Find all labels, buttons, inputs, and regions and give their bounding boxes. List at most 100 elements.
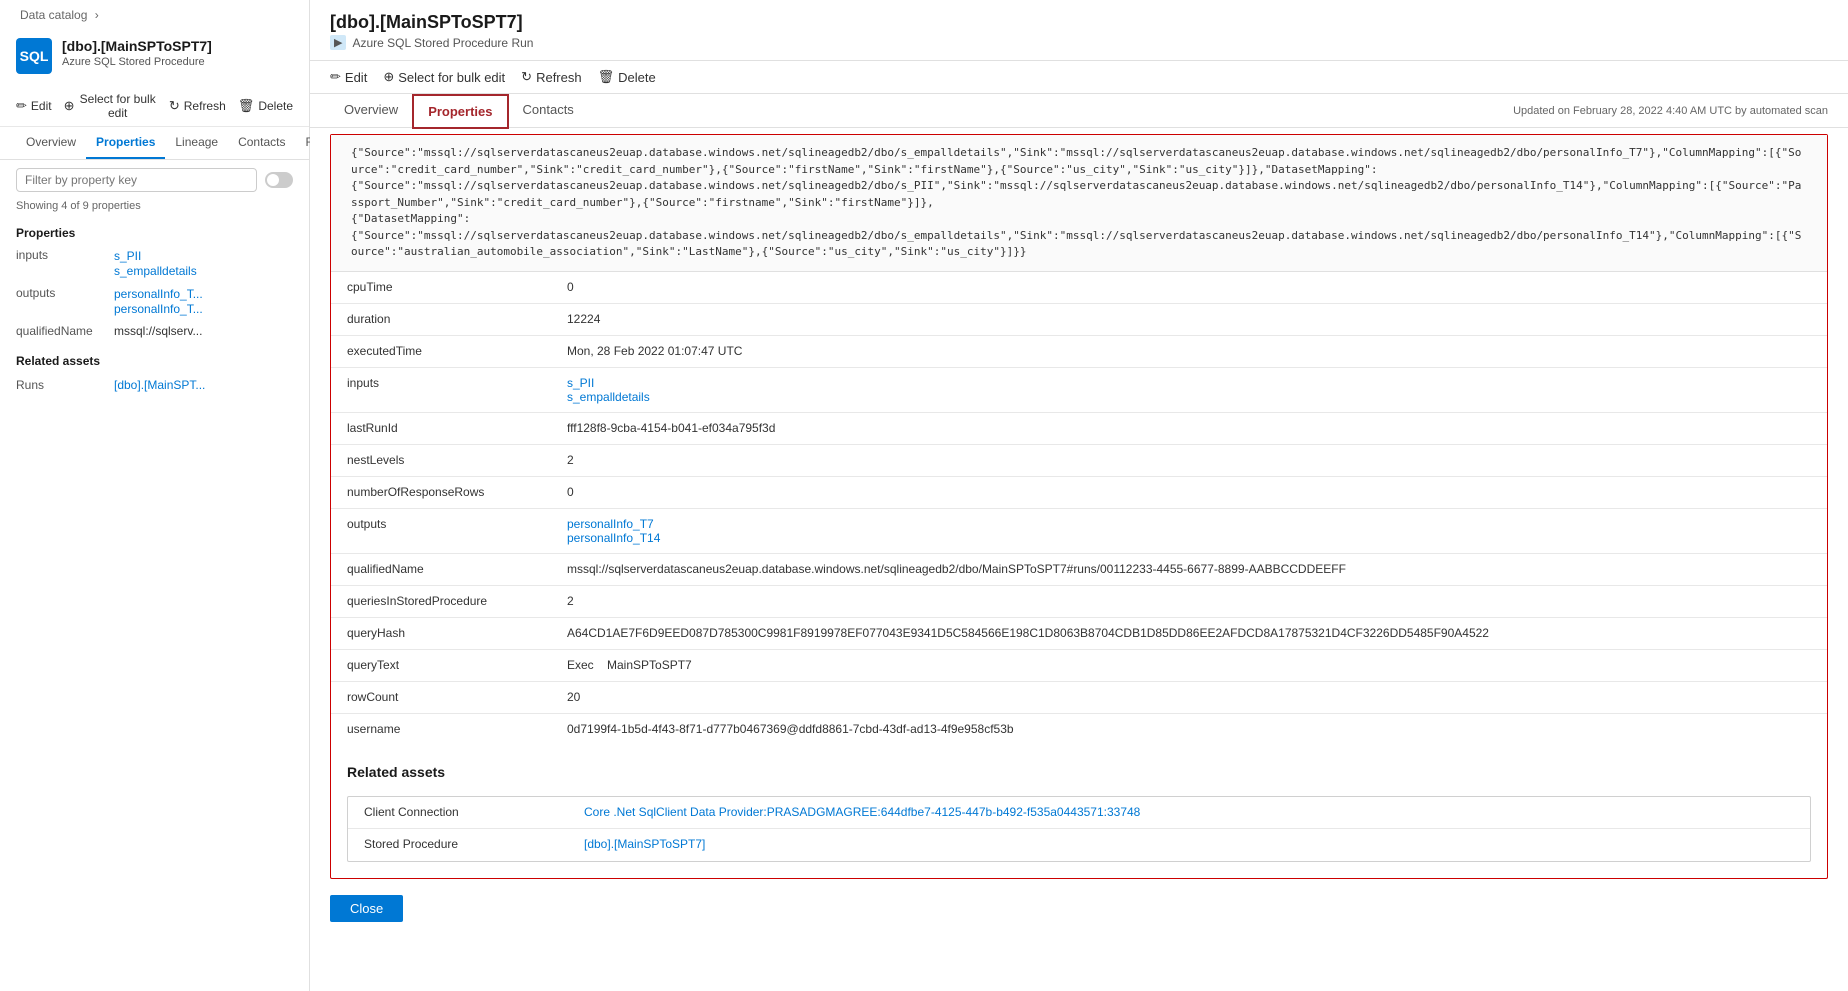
right-tab-overview[interactable]: Overview (330, 94, 412, 127)
right-toolbar: ✏ Edit ⊕ Select for bulk edit ↻ Refresh … (310, 61, 1848, 94)
table-row-outputs: outputs personalInfo_T7 personalInfo_T14 (331, 509, 1827, 554)
key-lastRunId: lastRunId (331, 413, 551, 443)
asset-title: [dbo].[MainSPToSPT7] (62, 38, 212, 54)
right-delete-icon: 🗑 (598, 69, 615, 85)
left-prop-key-qualified: qualifiedName (16, 324, 106, 338)
key-numberOfResponseRows: numberOfResponseRows (331, 477, 551, 507)
left-tab-contacts[interactable]: Contacts (228, 127, 295, 159)
breadcrumb-link[interactable]: Data catalog (20, 8, 87, 22)
val-queriesInStoredProcedure: 2 (551, 586, 1827, 616)
left-related-val-runs[interactable]: [dbo].[MainSPT... (114, 378, 205, 392)
key-inputs: inputs (331, 368, 551, 398)
left-prop-qualified: qualifiedName mssql://sqlserv... (0, 320, 309, 342)
left-tab-lineage[interactable]: Lineage (165, 127, 228, 159)
val-numberOfResponseRows: 0 (551, 477, 1827, 507)
key-queryHash: queryHash (331, 618, 551, 648)
edit-icon: ✏ (16, 98, 27, 114)
left-prop-val-outputs: personalInfo_T... personalInfo_T... (114, 286, 203, 316)
right-edit-icon: ✏ (330, 69, 341, 85)
left-toolbar: ✏ Edit ⊕ Select for bulk edit ↻ Refresh … (0, 86, 309, 127)
table-row-numberOfResponseRows: numberOfResponseRows 0 (331, 477, 1827, 509)
asset-title-block: [dbo].[MainSPToSPT7] Azure SQL Stored Pr… (62, 38, 212, 68)
link-s-pii[interactable]: s_PII (567, 376, 1811, 390)
table-row-rowCount: rowCount 20 (331, 682, 1827, 714)
key-outputs: outputs (331, 509, 551, 539)
val-nestLevels: 2 (551, 445, 1827, 475)
filter-row (0, 160, 309, 200)
right-select-bulk-button[interactable]: ⊕ Select for bulk edit (383, 69, 505, 85)
table-row-duration: duration 12224 (331, 304, 1827, 336)
key-queryText: queryText (331, 650, 551, 680)
filter-toggle[interactable] (265, 172, 293, 188)
key-client-connection: Client Connection (348, 797, 568, 827)
close-button[interactable]: Close (330, 895, 403, 922)
val-client-connection[interactable]: Core .Net SqlClient Data Provider:PRASAD… (568, 797, 1810, 827)
val-queryText: Exec MainSPToSPT7 (551, 650, 1827, 680)
left-tabs: Overview Properties Lineage Contacts Re.… (0, 127, 309, 160)
key-rowCount: rowCount (331, 682, 551, 712)
right-edit-button[interactable]: ✏ Edit (330, 69, 367, 85)
right-tab-properties[interactable]: Properties (412, 94, 508, 129)
val-executedTime: Mon, 28 Feb 2022 01:07:47 UTC (551, 336, 1827, 366)
left-tab-overview[interactable]: Overview (16, 127, 86, 159)
left-prop-inputs: inputs s_PII s_empalldetails (0, 244, 309, 282)
left-properties-section-title: Properties (0, 218, 309, 244)
val-rowCount: 20 (551, 682, 1827, 712)
related-section-title: Related assets (347, 756, 1811, 780)
table-row-queryHash: queryHash A64CD1AE7F6D9EED087D785300C998… (331, 618, 1827, 650)
left-prop-val-personal2[interactable]: personalInfo_T... (114, 302, 203, 316)
key-queriesInStoredProcedure: queriesInStoredProcedure (331, 586, 551, 616)
left-panel: Data catalog › SQL [dbo].[MainSPToSPT7] … (0, 0, 310, 991)
table-row-lastRunId: lastRunId fff128f8-9cba-4154-b041-ef034a… (331, 413, 1827, 445)
select-bulk-icon: ⊕ (64, 98, 75, 114)
table-row-cpuTime: cpuTime 0 (331, 272, 1827, 304)
val-duration: 12224 (551, 304, 1827, 334)
left-related-runs: Runs [dbo].[MainSPT... (0, 374, 309, 396)
right-content: {"Source":"mssql://sqlserverdatascaneus2… (310, 128, 1848, 991)
table-row-nestLevels: nestLevels 2 (331, 445, 1827, 477)
left-prop-val-personal1[interactable]: personalInfo_T... (114, 287, 203, 301)
val-username: 0d7199f4-1b5d-4f43-8f71-d777b0467369@ddf… (551, 714, 1827, 744)
val-lastRunId: fff128f8-9cba-4154-b041-ef034a795f3d (551, 413, 1827, 443)
refresh-icon: ↻ (169, 98, 180, 114)
related-table: Client Connection Core .Net SqlClient Da… (347, 796, 1811, 862)
right-subtitle: ▶ Azure SQL Stored Procedure Run (330, 35, 1828, 50)
right-tabs-left: Overview Properties Contacts (330, 94, 588, 127)
breadcrumb[interactable]: Data catalog › (0, 0, 309, 30)
left-prop-val-s-emp[interactable]: s_empalldetails (114, 264, 197, 278)
link-personalInfo-T7[interactable]: personalInfo_T7 (567, 517, 1811, 531)
table-row-qualifiedName: qualifiedName mssql://sqlserverdatascane… (331, 554, 1827, 586)
table-row-username: username 0d7199f4-1b5d-4f43-8f71-d777b04… (331, 714, 1827, 746)
asset-header: SQL [dbo].[MainSPToSPT7] Azure SQL Store… (0, 30, 309, 86)
right-panel: [dbo].[MainSPToSPT7] ▶ Azure SQL Stored … (310, 0, 1848, 991)
left-refresh-button[interactable]: ↻ Refresh (169, 98, 226, 114)
right-header: [dbo].[MainSPToSPT7] ▶ Azure SQL Stored … (310, 0, 1848, 61)
properties-table: cpuTime 0 duration 12224 executedTime Mo… (331, 272, 1827, 746)
val-inputs: s_PII s_empalldetails (551, 368, 1827, 412)
right-refresh-button[interactable]: ↻ Refresh (521, 69, 581, 85)
val-stored-procedure[interactable]: [dbo].[MainSPToSPT7] (568, 829, 1810, 859)
left-edit-button[interactable]: ✏ Edit (16, 98, 52, 114)
key-cpuTime: cpuTime (331, 272, 551, 302)
val-outputs: personalInfo_T7 personalInfo_T14 (551, 509, 1827, 553)
right-updated: Updated on February 28, 2022 4:40 AM UTC… (1513, 97, 1828, 125)
table-row-queryText: queryText Exec MainSPToSPT7 (331, 650, 1827, 682)
key-duration: duration (331, 304, 551, 334)
left-related-title: Related assets (0, 342, 309, 374)
right-subtitle-text: Azure SQL Stored Procedure Run (352, 36, 533, 50)
key-qualifiedName: qualifiedName (331, 554, 551, 584)
left-select-bulk-button[interactable]: ⊕ Select for bulk edit (64, 92, 157, 120)
right-tab-contacts[interactable]: Contacts (509, 94, 588, 127)
right-subtitle-icon: ▶ (330, 35, 346, 50)
link-personalInfo-T14[interactable]: personalInfo_T14 (567, 531, 1811, 545)
left-prop-val-s-pii[interactable]: s_PII (114, 249, 141, 263)
key-executedTime: executedTime (331, 336, 551, 366)
left-tab-properties[interactable]: Properties (86, 127, 165, 159)
right-refresh-icon: ↻ (521, 69, 532, 85)
link-s-emp[interactable]: s_empalldetails (567, 390, 1811, 404)
right-delete-button[interactable]: 🗑 Delete (598, 69, 656, 85)
left-delete-button[interactable]: 🗑 Delete (238, 98, 293, 114)
filter-input[interactable] (16, 168, 257, 192)
delete-icon: 🗑 (238, 98, 255, 114)
right-select-icon: ⊕ (383, 69, 394, 85)
